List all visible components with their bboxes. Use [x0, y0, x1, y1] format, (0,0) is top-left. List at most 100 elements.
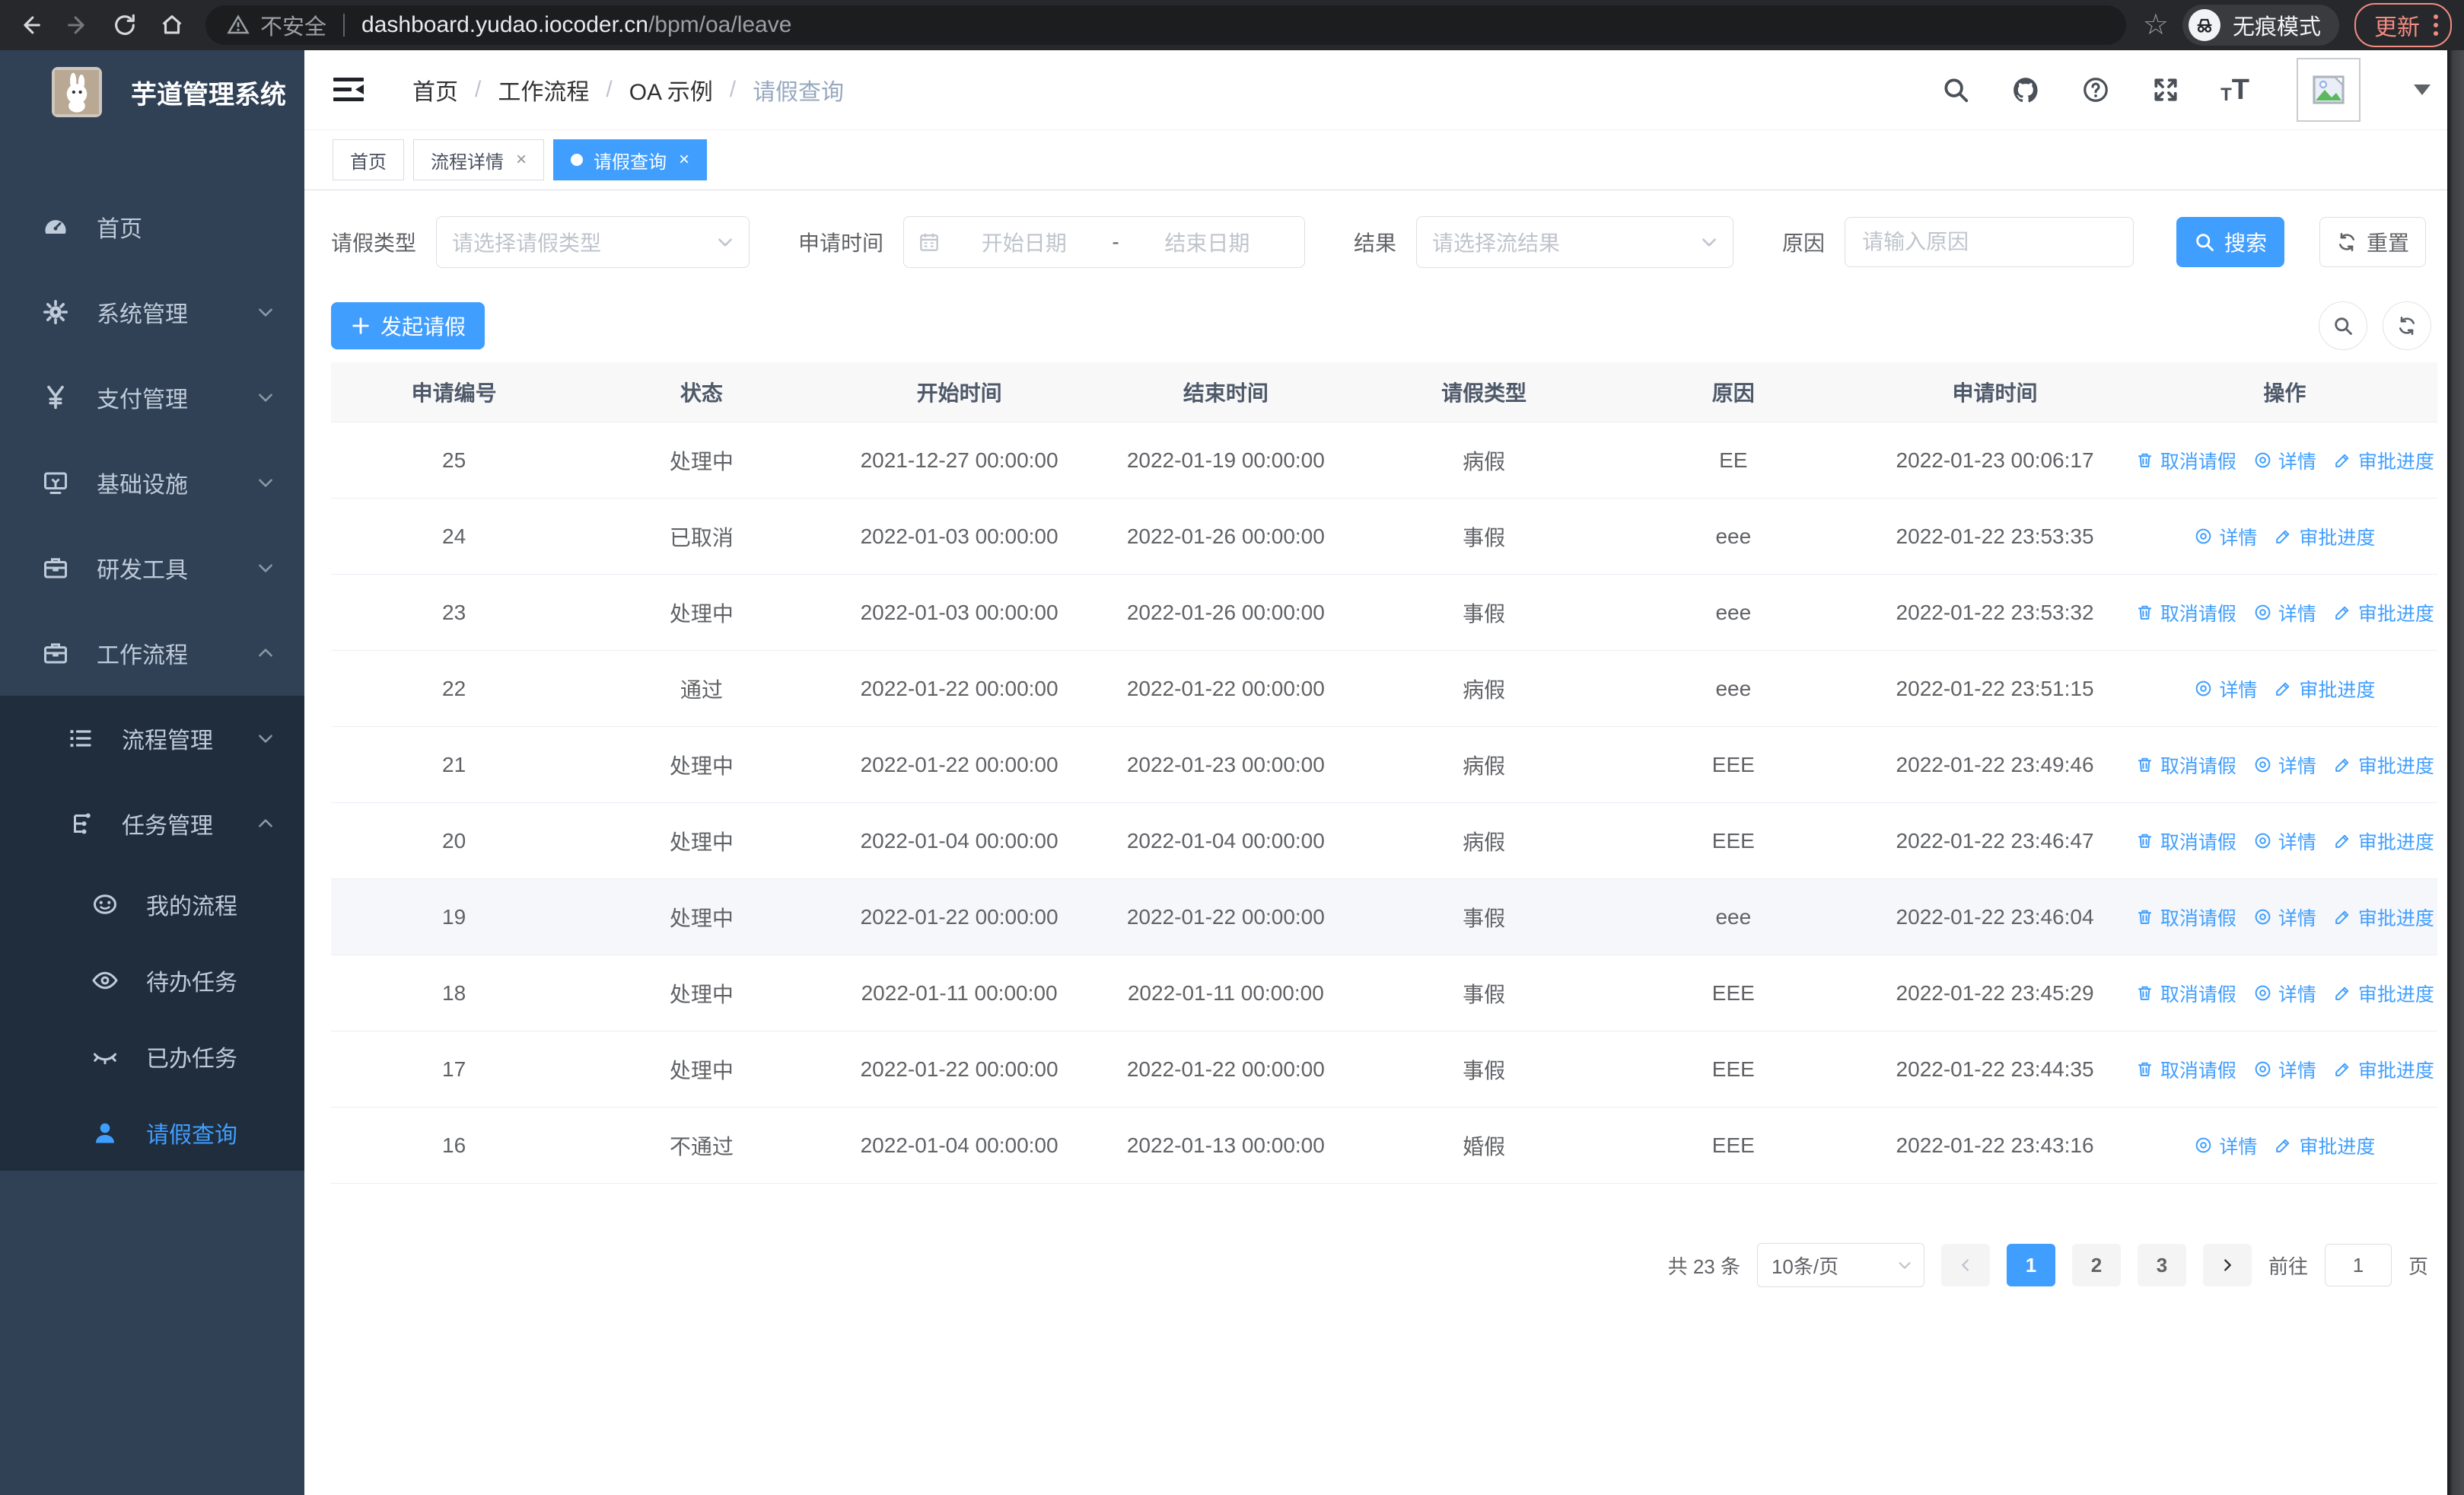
page-button-1[interactable]: 1 — [2006, 1244, 2055, 1286]
action-detail-link[interactable]: 详情 — [2253, 751, 2316, 779]
action-cancel-link[interactable]: 取消请假 — [2135, 904, 2236, 931]
column-header: 开始时间 — [826, 362, 1093, 422]
table-row: 20 处理中 2022-01-04 00:00:00 2022-01-04 00:00… — [331, 802, 2437, 879]
action-detail-link[interactable]: 详情 — [2253, 447, 2316, 474]
browser-menu-icon[interactable] — [2434, 14, 2438, 36]
page-button-3[interactable]: 3 — [2137, 1244, 2186, 1286]
action-cancel-link[interactable]: 取消请假 — [2135, 751, 2236, 779]
action-cancel-link[interactable]: 取消请假 — [2135, 980, 2236, 1007]
browser-forward-button[interactable] — [61, 8, 94, 42]
result-select[interactable]: 请选择流结果 — [1416, 216, 1734, 268]
reason-input[interactable] — [1845, 217, 2135, 267]
browser-home-button[interactable] — [155, 8, 189, 42]
detail-icon — [2253, 1060, 2272, 1079]
address-bar[interactable]: 不安全 dashboard.yudao.iocoder.cn /bpm/oa/l… — [205, 5, 2126, 45]
action-detail-link[interactable]: 详情 — [2253, 599, 2316, 626]
cell-type: 病假 — [1358, 650, 1609, 727]
cell-actions: 详情 审批进度 — [2131, 650, 2437, 727]
sidebar-item-system[interactable]: 系统管理 — [0, 269, 304, 355]
breadcrumb-item[interactable]: 首页 — [412, 73, 458, 107]
action-cancel-link[interactable]: 取消请假 — [2135, 447, 2236, 474]
logo-image — [52, 67, 102, 117]
sidebar-item-todo-task[interactable]: 待办任务 — [0, 942, 304, 1018]
breadcrumb-item[interactable]: OA 示例 — [629, 73, 713, 107]
action-progress-link[interactable]: 审批进度 — [2333, 751, 2434, 779]
sidebar-item-done-task[interactable]: 已办任务 — [0, 1018, 304, 1095]
tab-leave-query[interactable]: 请假查询 × — [553, 139, 708, 180]
action-progress-link[interactable]: 审批进度 — [2274, 523, 2375, 550]
action-progress-link[interactable]: 审批进度 — [2333, 447, 2434, 474]
action-progress-link[interactable]: 审批进度 — [2333, 904, 2434, 931]
cell-status: 处理中 — [577, 955, 826, 1031]
collapse-sidebar-icon[interactable] — [332, 75, 365, 105]
table-row: 25 处理中 2021-12-27 00:00:00 2022-01-19 00:00… — [331, 422, 2437, 499]
page-button-2[interactable]: 2 — [2071, 1244, 2121, 1286]
search-icon[interactable] — [1940, 75, 1971, 105]
browser-reload-button[interactable] — [108, 8, 142, 42]
page-size-select[interactable]: 10条/页 — [1756, 1243, 1924, 1287]
goto-page-input[interactable] — [2324, 1244, 2392, 1286]
action-progress-link[interactable]: 审批进度 — [2333, 827, 2434, 855]
cell-id: 20 — [331, 802, 578, 879]
refresh-table-button[interactable] — [2383, 301, 2431, 350]
action-detail-link[interactable]: 详情 — [2253, 827, 2316, 855]
tab-process-detail[interactable]: 流程详情 × — [413, 139, 545, 180]
apply-time-range-picker[interactable]: 开始日期 - 结束日期 — [903, 216, 1306, 268]
action-detail-link[interactable]: 详情 — [2194, 675, 2257, 703]
action-progress-link[interactable]: 审批进度 — [2333, 599, 2434, 626]
action-detail-link[interactable]: 详情 — [2253, 1056, 2316, 1083]
start-date-placeholder[interactable]: 开始日期 — [941, 227, 1107, 257]
reset-button[interactable]: 重置 — [2319, 217, 2427, 267]
browser-update-button[interactable]: 更新 — [2354, 3, 2452, 47]
tab-home[interactable]: 首页 — [333, 139, 404, 180]
header-icons: TT — [1940, 58, 2431, 122]
window-scrollbar[interactable] — [2447, 50, 2464, 1495]
action-progress-link[interactable]: 审批进度 — [2333, 1056, 2434, 1083]
table-row: 23 处理中 2022-01-03 00:00:00 2022-01-26 00:00… — [331, 574, 2437, 651]
action-detail-link[interactable]: 详情 — [2194, 523, 2257, 550]
action-progress-link[interactable]: 审批进度 — [2274, 1132, 2375, 1159]
breadcrumb: 首页 / 工作流程 / OA 示例 / 请假查询 — [412, 73, 844, 107]
close-icon[interactable]: × — [679, 151, 689, 169]
sidebar-item-payment[interactable]: 支付管理 — [0, 355, 304, 440]
create-leave-button[interactable]: 发起请假 — [331, 302, 485, 349]
table-tools — [2319, 301, 2431, 350]
tasktree-icon — [67, 810, 94, 837]
action-cancel-link[interactable]: 取消请假 — [2135, 599, 2236, 626]
help-icon[interactable] — [2080, 75, 2111, 105]
avatar[interactable] — [2297, 58, 2361, 122]
sidebar-item-infra[interactable]: 基础设施 — [0, 440, 304, 525]
end-date-placeholder[interactable]: 结束日期 — [1124, 227, 1291, 257]
sidebar-item-task-mgmt[interactable]: 任务管理 — [0, 781, 304, 866]
fullscreen-icon[interactable] — [2150, 75, 2181, 105]
sidebar-item-my-process[interactable]: 我的流程 — [0, 866, 304, 942]
sidebar-item-home[interactable]: 首页 — [0, 184, 304, 269]
action-progress-link[interactable]: 审批进度 — [2333, 980, 2434, 1007]
sidebar-item-workflow[interactable]: 工作流程 — [0, 610, 304, 696]
action-progress-link[interactable]: 审批进度 — [2274, 675, 2375, 703]
sidebar-item-devtools[interactable]: 研发工具 — [0, 525, 304, 610]
update-label: 更新 — [2374, 15, 2420, 40]
action-detail-link[interactable]: 详情 — [2253, 904, 2316, 931]
browser-back-button[interactable] — [14, 8, 47, 42]
active-tab-dot — [571, 154, 584, 166]
avatar-dropdown-caret-icon[interactable] — [2414, 84, 2431, 95]
breadcrumb-item[interactable]: 工作流程 — [498, 73, 589, 107]
next-page-button[interactable] — [2202, 1244, 2252, 1286]
security-label: 不安全 — [260, 15, 327, 40]
cancel-icon — [2135, 603, 2154, 622]
leave-type-select[interactable]: 请选择请假类型 — [436, 216, 750, 268]
github-icon[interactable] — [2010, 75, 2041, 105]
sidebar-item-process-mgmt[interactable]: 流程管理 — [0, 696, 304, 781]
toggle-search-button[interactable] — [2319, 301, 2367, 350]
bookmark-star-icon[interactable]: ☆ — [2143, 11, 2169, 40]
action-cancel-link[interactable]: 取消请假 — [2135, 827, 2236, 855]
search-button[interactable]: 搜索 — [2176, 217, 2285, 267]
action-detail-link[interactable]: 详情 — [2194, 1132, 2257, 1159]
close-icon[interactable]: × — [516, 151, 527, 169]
font-size-icon[interactable]: TT — [2220, 75, 2249, 104]
action-cancel-link[interactable]: 取消请假 — [2135, 1056, 2236, 1083]
prev-page-button[interactable] — [1940, 1244, 1990, 1286]
sidebar-item-leave-query[interactable]: 请假查询 — [0, 1095, 304, 1171]
action-detail-link[interactable]: 详情 — [2253, 980, 2316, 1007]
